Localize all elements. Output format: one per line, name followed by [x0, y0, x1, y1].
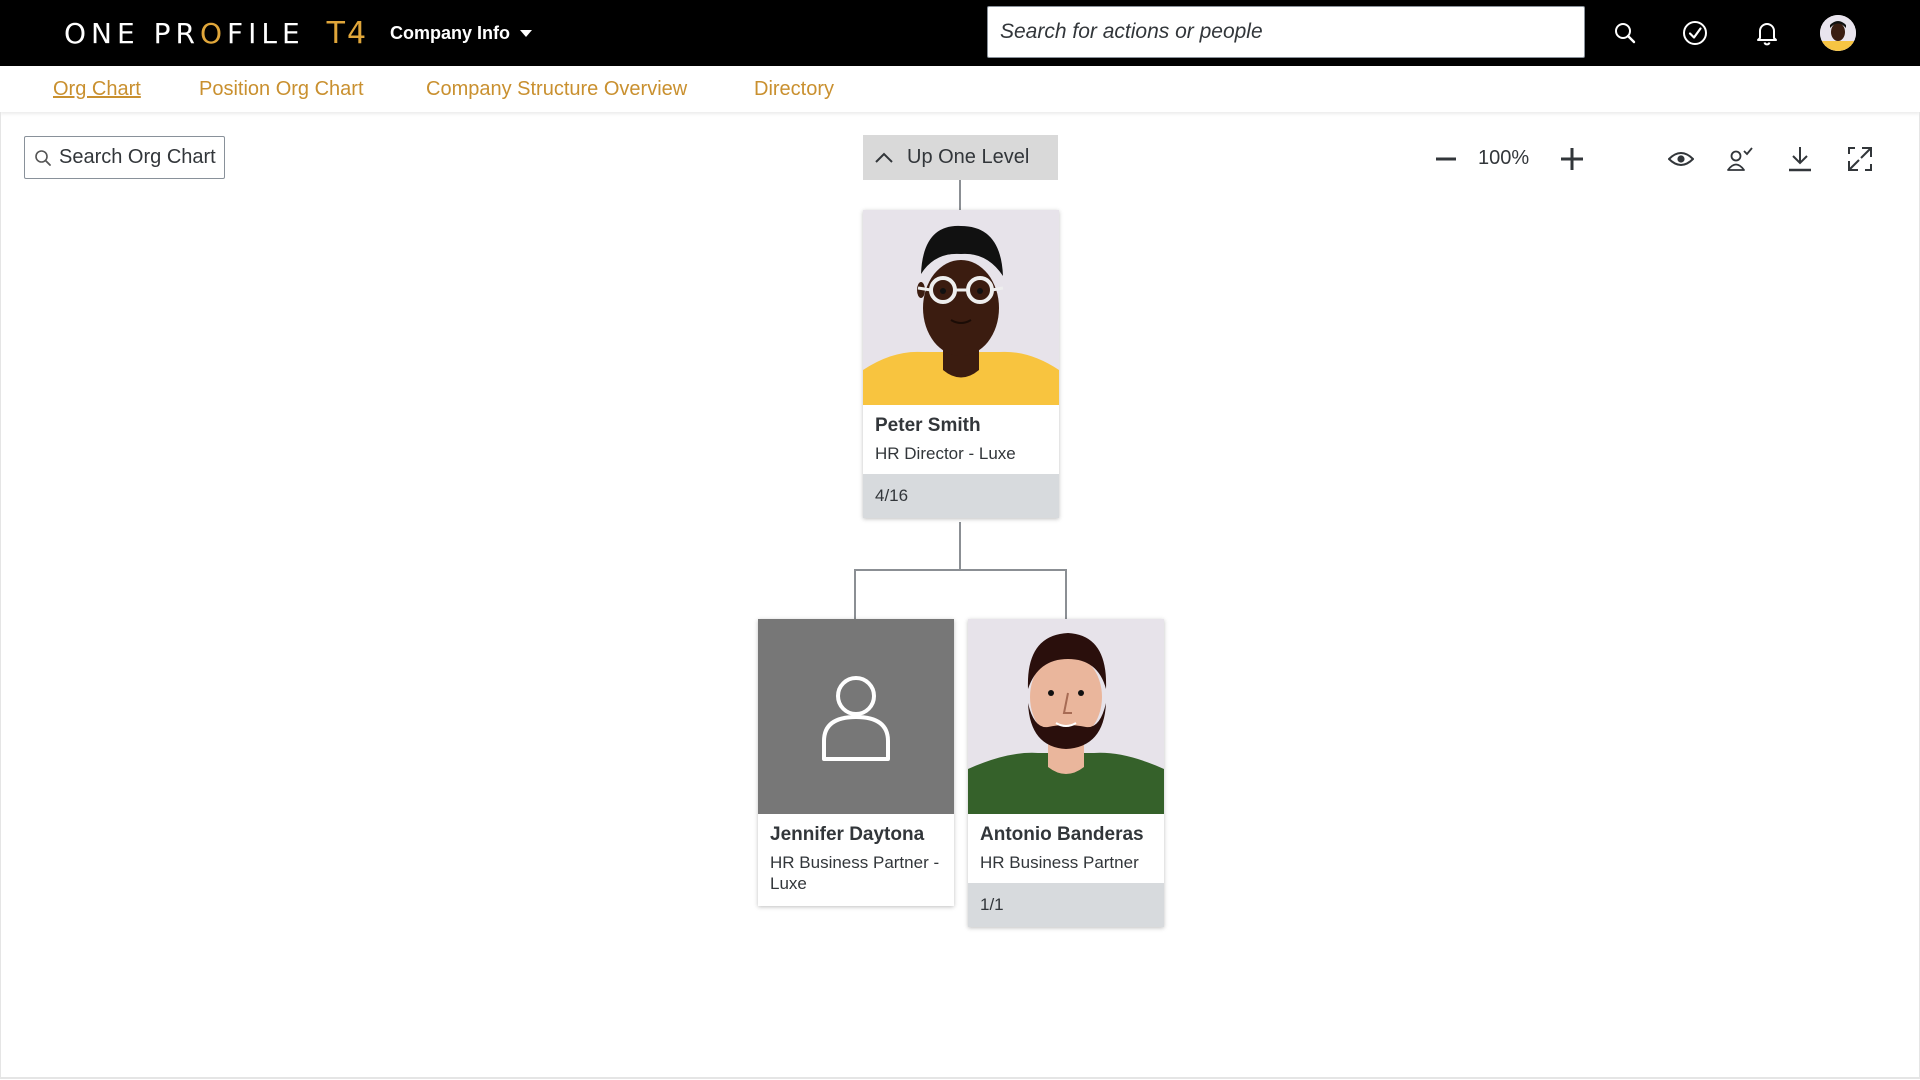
org-node-child[interactable]: Jennifer Daytona HR Business Partner - L… — [758, 619, 954, 906]
approve-check-icon[interactable] — [1675, 13, 1715, 53]
person-placeholder-icon — [758, 619, 954, 814]
caret-down-icon — [520, 29, 532, 37]
search-icon — [34, 149, 52, 172]
org-chart-search-input[interactable] — [59, 137, 223, 178]
company-info-menu[interactable]: Company Info — [390, 20, 532, 46]
tab-company-structure-overview[interactable]: Company Structure Overview — [426, 78, 687, 101]
tab-directory[interactable]: Directory — [754, 78, 834, 101]
employee-title: HR Business Partner - Luxe — [770, 853, 940, 893]
reports-count[interactable]: 4/16 — [863, 474, 1059, 518]
bell-icon[interactable] — [1747, 13, 1787, 53]
org-chart-search[interactable] — [24, 136, 225, 179]
global-search-input[interactable] — [987, 6, 1585, 58]
employee-title: HR Business Partner — [980, 853, 1139, 872]
user-avatar[interactable] — [1820, 15, 1856, 51]
fullscreen-icon[interactable] — [1843, 142, 1877, 176]
employee-name: Peter Smith — [875, 415, 981, 436]
zoom-out-icon[interactable] — [1429, 142, 1463, 176]
employee-name: Antonio Banderas — [980, 824, 1144, 845]
company-info-label: Company Info — [390, 22, 510, 43]
connector-line — [1065, 569, 1067, 619]
employee-photo — [968, 619, 1164, 814]
eye-icon[interactable] — [1664, 142, 1698, 176]
up-one-level-button[interactable]: Up One Level — [863, 135, 1058, 180]
tab-position-org-chart[interactable]: Position Org Chart — [199, 78, 364, 101]
zoom-in-icon[interactable] — [1555, 142, 1589, 176]
org-node-root[interactable]: Peter Smith HR Director - Luxe 4/16 — [863, 210, 1059, 518]
reports-count[interactable]: 1/1 — [968, 883, 1164, 927]
employee-name: Jennifer Daytona — [770, 824, 925, 845]
tab-org-chart[interactable]: Org Chart — [53, 78, 141, 101]
logo-text: ONE PROFILE — [64, 16, 305, 50]
chevron-up-icon — [873, 151, 895, 165]
search-icon[interactable] — [1605, 13, 1645, 53]
connector-line — [959, 180, 961, 210]
person-check-icon[interactable] — [1723, 142, 1757, 176]
org-node-child[interactable]: Antonio Banderas HR Business Partner 1/1 — [968, 619, 1164, 927]
download-icon[interactable] — [1783, 142, 1817, 176]
up-one-level-label: Up One Level — [907, 146, 1030, 168]
connector-line — [854, 569, 1067, 571]
logo-suffix: T4 — [326, 15, 369, 51]
connector-line — [854, 569, 856, 619]
sub-navigation: Org Chart Position Org Chart Company Str… — [0, 66, 1920, 112]
connector-line — [959, 522, 961, 570]
app-logo[interactable]: ONE PROFILE T4 — [64, 14, 368, 52]
shell-bar: ONE PROFILE T4 Company Info — [0, 0, 1920, 66]
employee-photo — [863, 210, 1059, 405]
zoom-level: 100% — [1478, 147, 1530, 169]
employee-title: HR Director - Luxe — [875, 444, 1016, 463]
